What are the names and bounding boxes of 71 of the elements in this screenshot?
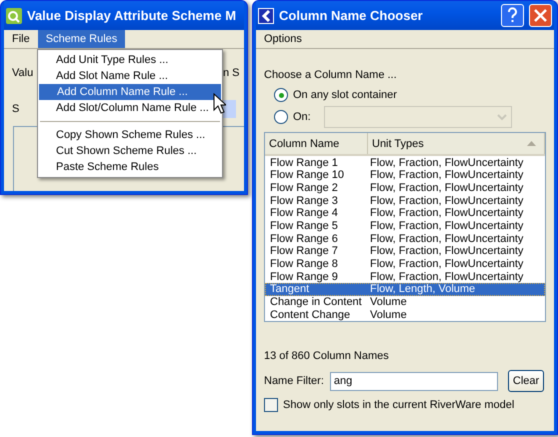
radio-label: On: bbox=[293, 111, 311, 123]
checkbox[interactable] bbox=[264, 398, 278, 412]
column-header[interactable]: Column Name bbox=[265, 133, 368, 154]
menu-item[interactable]: Scheme Rules bbox=[38, 30, 126, 48]
table-cell-text: Flow, Fraction, FlowUncertainty bbox=[369, 270, 524, 283]
table-row[interactable]: Flow Range 5 Flow, Fraction, FlowUncertainty bbox=[265, 220, 545, 232]
table-row[interactable]: Change in Content Volume bbox=[265, 296, 545, 308]
sort-icon bbox=[527, 141, 536, 146]
count-label: 13 of 860 Column Names bbox=[264, 350, 390, 362]
table-cell-text: Flow, Fraction, FlowUncertainty bbox=[369, 194, 524, 207]
table-cell-text: Tangent bbox=[269, 283, 310, 296]
table-cell-text: Flow, Length, Volume bbox=[369, 283, 476, 296]
menu-item[interactable]: Paste Scheme Rules bbox=[38, 159, 222, 175]
table-cell-text: Flow, Fraction, FlowUncertainty bbox=[369, 156, 524, 169]
table-cell-text: Flow, Fraction, FlowUncertainty bbox=[369, 232, 524, 245]
column-header[interactable]: Unit Types bbox=[368, 133, 545, 154]
window-title: Value Display Attribute Scheme M bbox=[27, 8, 238, 23]
table-cell-text: Flow Range 4 bbox=[269, 207, 339, 220]
table-cell-text: Volume bbox=[369, 296, 408, 308]
menu-item[interactable]: File bbox=[4, 30, 38, 48]
menu-item[interactable]: Add Unit Type Rules ... bbox=[38, 52, 222, 68]
table-cell-text: Flow, Fraction, FlowUncertainty bbox=[369, 258, 524, 270]
field-label: S bbox=[12, 103, 20, 115]
table-cell-text: Flow Range 9 bbox=[269, 270, 339, 283]
app-icon bbox=[258, 8, 274, 24]
menu-item[interactable]: Options bbox=[256, 30, 310, 48]
table-cell-text: Flow Range 3 bbox=[269, 194, 339, 207]
table-cell-text: Flow Range 8 bbox=[269, 258, 339, 270]
table-cell-text: Flow, Fraction, FlowUncertainty bbox=[369, 220, 524, 232]
table-cell-text: Flow, Fraction, FlowUncertainty bbox=[369, 182, 524, 194]
window-title: Column Name Chooser bbox=[279, 8, 424, 23]
app-icon bbox=[6, 8, 22, 24]
table-row[interactable]: Flow Range 8 Flow, Fraction, FlowUncertainty bbox=[265, 258, 545, 270]
table-cell-text: Change in Content bbox=[269, 296, 363, 308]
checkbox-label: Show only slots in the current RiverWare model bbox=[283, 399, 514, 411]
table-row[interactable]: Flow Range 2 Flow, Fraction, FlowUncertainty bbox=[265, 182, 545, 194]
table-cell-text: Flow Range 2 bbox=[269, 182, 339, 194]
table-row[interactable]: Content Change Volume bbox=[265, 308, 545, 321]
table-row[interactable]: Tangent Flow, Length, Volume bbox=[265, 282, 545, 296]
table-cell-text: Flow, Fraction, FlowUncertainty bbox=[369, 169, 524, 182]
table-cell-text: Content Change bbox=[269, 308, 352, 321]
menu-item[interactable]: Add Slot Name Rule ... bbox=[38, 68, 222, 84]
table-row[interactable]: Flow Range 9 Flow, Fraction, FlowUncertainty bbox=[265, 270, 545, 283]
table-cell-text: Flow, Fraction, FlowUncertainty bbox=[369, 245, 524, 258]
field-label: Valu bbox=[12, 67, 34, 79]
table-row[interactable]: Flow Range 10 Flow, Fraction, FlowUncertainty bbox=[265, 169, 545, 182]
table-row[interactable]: Flow Range 4 Flow, Fraction, FlowUncertainty bbox=[265, 207, 545, 220]
table-cell-text: Flow Range 7 bbox=[269, 245, 339, 258]
field-label: n S bbox=[223, 67, 240, 79]
clear-button[interactable]: Clear bbox=[508, 370, 544, 392]
table-cell-text: Flow Range 6 bbox=[269, 232, 339, 245]
table-cell-text: Flow Range 5 bbox=[269, 220, 339, 232]
radio-button[interactable] bbox=[274, 110, 288, 124]
table-row[interactable]: Flow Range 6 Flow, Fraction, FlowUncertainty bbox=[265, 232, 545, 246]
radio-button[interactable] bbox=[274, 88, 288, 102]
table-cell-text: Flow Range 10 bbox=[269, 169, 345, 182]
menu-item[interactable]: Add Column Name Rule ... bbox=[39, 84, 221, 100]
table-cell-text: Flow, Fraction, FlowUncertainty bbox=[369, 207, 524, 220]
close-button[interactable] bbox=[529, 4, 552, 27]
table-row[interactable]: Flow Range 1 Flow, Fraction, FlowUncertainty bbox=[265, 156, 545, 170]
table-cell-text: Flow Range 1 bbox=[269, 156, 339, 169]
table-row[interactable]: Flow Range 7 Flow, Fraction, FlowUncertainty bbox=[265, 245, 545, 258]
prompt-label: Choose a Column Name ... bbox=[264, 69, 398, 81]
name-filter-field[interactable]: ang bbox=[330, 372, 498, 390]
menu-item[interactable]: Copy Shown Scheme Rules ... bbox=[38, 127, 222, 143]
menu-item[interactable]: Cut Shown Scheme Rules ... bbox=[38, 143, 222, 159]
filter-label: Name Filter: bbox=[264, 375, 324, 387]
radio-label: On any slot container bbox=[293, 89, 397, 101]
table-cell-text: Volume bbox=[369, 308, 408, 321]
help-button[interactable] bbox=[501, 4, 524, 27]
table-row[interactable]: Flow Range 3 Flow, Fraction, FlowUncertainty bbox=[265, 194, 545, 208]
